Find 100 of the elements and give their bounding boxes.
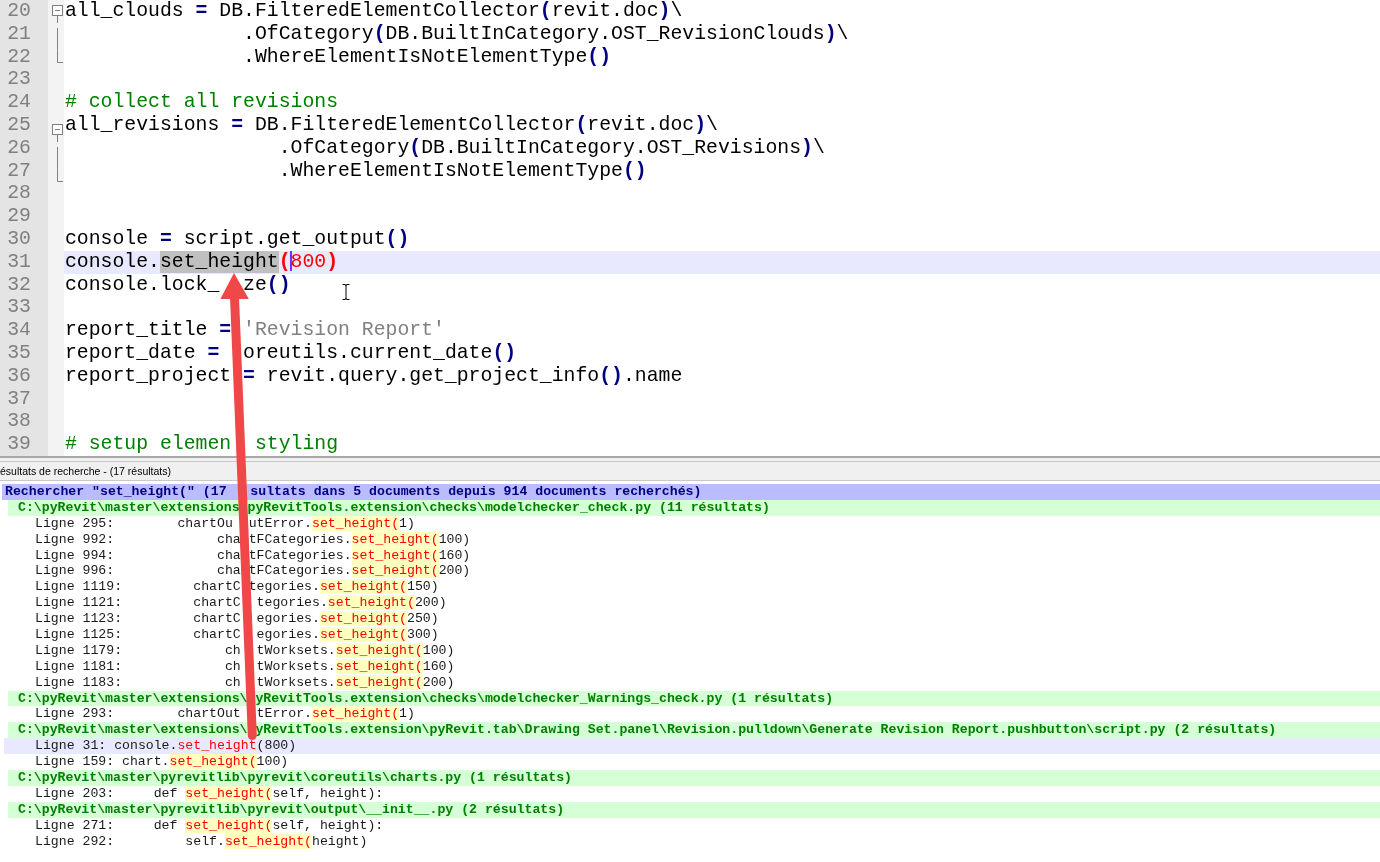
file-path: C:\pyRevit\master\extensions bbox=[18, 499, 240, 515]
result-code[interactable]: cha bbox=[217, 547, 241, 563]
result-code[interactable]: egories.set_height(250) bbox=[256, 611, 439, 627]
panel-title: ésultats de recherche - (17 résultats) bbox=[0, 465, 171, 477]
line-number: 25 bbox=[7, 114, 31, 136]
line-number: 28 bbox=[7, 182, 31, 205]
result-code[interactable]: console.set_height(800) bbox=[114, 738, 297, 754]
result-code[interactable]: chartC bbox=[193, 579, 241, 595]
line-label: Ligne 271: bbox=[35, 817, 115, 833]
code-line: report_date = bbox=[65, 341, 220, 364]
code-line: .WhereElementIsNotElementType() bbox=[278, 159, 647, 182]
line-number: 30 bbox=[7, 227, 31, 250]
line-label: Ligne 292: bbox=[35, 833, 115, 849]
code-line: .OfCategory(DB.BuiltInCategory.OST_Revisions)\ bbox=[278, 136, 825, 159]
line-label: Ligne 996: bbox=[35, 563, 115, 579]
result-code[interactable]: chartC bbox=[193, 627, 241, 642]
search-summary: Rechercher "set_height(" (17 bbox=[5, 484, 227, 499]
result-file-row[interactable]: C:\pyRevit\master\pyrevitlib\pyrevit\output\__init__.py (2 résultats) bbox=[8, 801, 1380, 818]
code-line: # collect all revisions bbox=[65, 91, 339, 114]
result-file-row[interactable]: C:\pyRevit\master\extensions\ yRevitTools.extension\pyRevit.tab\Drawing Set.panel\Revision.pulldown\Generate Revision Report.pushbutton\script.py (2 résultats) bbox=[8, 722, 1380, 739]
line-number: 22 bbox=[7, 45, 31, 68]
line-number: 29 bbox=[7, 205, 31, 228]
result-code[interactable]: def set_height(self, height): bbox=[153, 785, 384, 801]
code-line: all_clouds = DB.FilteredElementCollector(revit.doc)\ bbox=[65, 0, 683, 22]
line-number: 39 bbox=[7, 433, 31, 456]
fold-end-icon bbox=[57, 169, 63, 182]
line-label: Ligne 1181: bbox=[35, 658, 123, 674]
line-label: Ligne 992: bbox=[35, 531, 115, 547]
result-file-row[interactable]: C:\pyRevit\master\extensions\ yRevitTools.extension\checks\modelchecker_Warnings_check.py (1 résultats) bbox=[8, 690, 1380, 707]
result-code[interactable]: tegories.set_height(200) bbox=[256, 595, 447, 611]
code-line: all_revisions = DB.FilteredElementCollector(revit.doc)\ bbox=[65, 114, 718, 136]
code-line: .WhereElementIsNotElementType() bbox=[243, 45, 612, 68]
result-code[interactable]: chartOu bbox=[177, 515, 233, 531]
code-line: console = script.get_output() bbox=[65, 227, 410, 250]
file-path: yRevitTools.extension\pyRevit.tab\Drawing Set.panel\Revision.pulldown\Generate Revision Report.pushbutton\script.py (2 résultats) bbox=[255, 722, 1277, 738]
fold-line-icon bbox=[57, 27, 58, 51]
code-line: report_project = revit.query.get_project_info().name bbox=[65, 364, 683, 387]
line-number: 33 bbox=[7, 296, 31, 319]
result-code[interactable]: self.set_height(height) bbox=[185, 833, 368, 849]
result-code[interactable]: ch bbox=[224, 658, 241, 674]
file-path: pyRevitTools.extension\checks\modelchecker_check.py (11 résultats) bbox=[247, 499, 770, 515]
line-number: 34 bbox=[7, 319, 31, 342]
line-label: Ligne 295: bbox=[35, 515, 115, 531]
result-code[interactable]: tFCategories.set_height(160) bbox=[248, 547, 471, 563]
line-number: 35 bbox=[7, 341, 31, 364]
line-label: Ligne 159: bbox=[35, 754, 115, 770]
result-code[interactable]: ch bbox=[224, 642, 241, 658]
line-number: 32 bbox=[7, 273, 31, 296]
result-file-row[interactable]: C:\pyRevit\master\pyrevitlib\pyrevit\coreutils\charts.py (1 résultats) bbox=[8, 770, 1380, 786]
line-label: Ligne 203: bbox=[35, 785, 115, 801]
result-code[interactable]: tWorksets.set_height(200) bbox=[256, 674, 455, 690]
fold-line-icon bbox=[57, 146, 58, 170]
code-line: .OfCategory(DB.BuiltInCategory.OST_RevisionClouds)\ bbox=[243, 22, 849, 45]
result-code[interactable]: egories.set_height(300) bbox=[256, 627, 439, 642]
line-number: 27 bbox=[7, 159, 31, 182]
line-number: 31 bbox=[7, 250, 31, 273]
line-label: Ligne 1121: bbox=[35, 595, 123, 611]
collapse-box-icon[interactable] bbox=[52, 124, 63, 142]
line-number: 23 bbox=[7, 68, 31, 91]
line-label: Ligne 1123: bbox=[35, 611, 123, 627]
result-code[interactable]: chartOut bbox=[177, 706, 241, 722]
result-code[interactable]: tFCategories.set_height(200) bbox=[248, 563, 471, 579]
file-path: C:\pyRevit\master\pyrevitlib\pyrevit\coreutils\charts.py (1 résultats) bbox=[18, 770, 572, 786]
code-line: report_title = 'Revision Report' bbox=[65, 319, 445, 342]
line-label: Ligne 1179: bbox=[35, 642, 123, 658]
line-number: 21 bbox=[7, 22, 31, 45]
line-label: Ligne 1119: bbox=[35, 579, 123, 595]
line-number: 20 bbox=[7, 0, 31, 22]
line-label: Ligne 1125: bbox=[35, 627, 123, 642]
line-label: Ligne 31: bbox=[35, 738, 107, 754]
result-code[interactable]: cha bbox=[217, 531, 241, 547]
text-cursor-icon bbox=[342, 284, 350, 300]
collapse-box-icon[interactable] bbox=[52, 5, 63, 23]
code-line: styling bbox=[254, 433, 339, 456]
line-number: 38 bbox=[7, 410, 31, 433]
result-code[interactable]: def set_height(self, height): bbox=[153, 817, 384, 833]
result-code[interactable]: tWorksets.set_height(160) bbox=[256, 658, 455, 674]
code-line: console.lock_ bbox=[65, 273, 220, 296]
result-code[interactable]: chartC bbox=[193, 611, 241, 627]
code-line: ze() bbox=[243, 273, 291, 296]
file-path: C:\pyRevit\master\extensions\ bbox=[18, 722, 248, 738]
line-number: 36 bbox=[7, 364, 31, 387]
line-label: Ligne 293: bbox=[35, 706, 115, 722]
fold-end-icon bbox=[57, 50, 63, 63]
file-path: yRevitTools.extension\checks\modelchecker_Warnings_check.py (1 résultats) bbox=[255, 690, 834, 706]
line-label: Ligne 1183: bbox=[35, 674, 123, 690]
line-number: 26 bbox=[7, 136, 31, 159]
line-label: Ligne 994: bbox=[35, 547, 115, 563]
search-summary: sultats dans 5 documents depuis 914 documents recherchés) bbox=[250, 484, 702, 499]
result-code[interactable]: tFCategories.set_height(100) bbox=[248, 531, 471, 547]
code-line: oreutils.current_date() bbox=[243, 341, 517, 364]
file-path: C:\pyRevit\master\pyrevitlib\pyrevit\output\__init__.py (2 résultats) bbox=[18, 801, 565, 817]
result-code[interactable]: cha bbox=[217, 563, 241, 579]
result-code[interactable]: tegories.set_height(150) bbox=[248, 579, 439, 595]
file-path: C:\pyRevit\master\extensions\ bbox=[18, 690, 248, 706]
code-line: console.set_height(800) bbox=[65, 250, 339, 273]
line-number: 24 bbox=[7, 91, 31, 114]
result-code[interactable]: ch bbox=[224, 674, 241, 690]
result-code[interactable]: tWorksets.set_height(100) bbox=[256, 642, 455, 658]
result-code[interactable]: chartC bbox=[193, 595, 241, 611]
